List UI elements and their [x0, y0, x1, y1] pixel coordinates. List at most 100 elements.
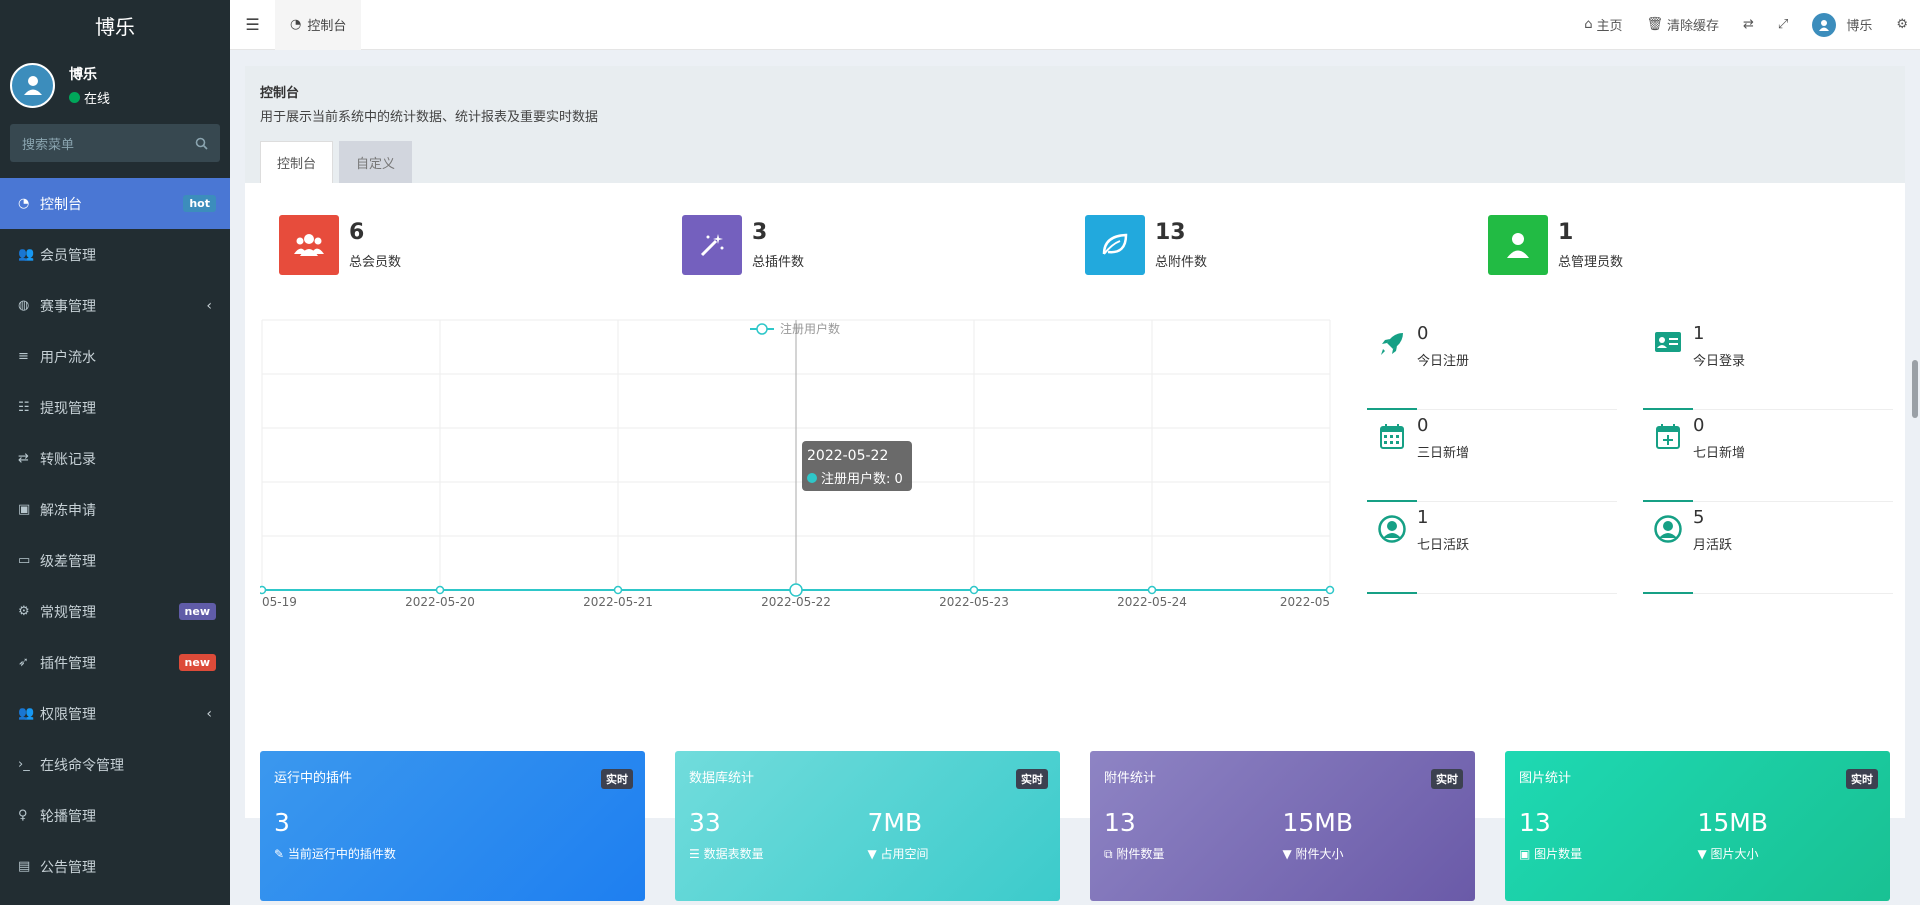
mini-stat-value: 0 [1693, 415, 1705, 436]
card-value: 33 [689, 808, 721, 837]
stat-box: 1 总管理员数 [1488, 215, 1891, 275]
card-value: 15MB [1282, 808, 1354, 837]
sidebar-item-label: 公告管理 [40, 859, 96, 876]
sidebar-item-label: 级差管理 [40, 553, 96, 570]
window-icon: ▭ [18, 553, 31, 568]
user-avatar [10, 62, 55, 108]
mini-stat: 1 七日活跃 [1367, 502, 1617, 594]
user-circle-icon [1367, 507, 1417, 593]
filter-icon: ▼ [867, 847, 881, 861]
card-value: 13 [1104, 808, 1136, 837]
menu-badge: new [178, 654, 216, 671]
sidebar-item-5[interactable]: ⇄ 转账记录 [0, 433, 230, 484]
trash-icon: 🗑 [1646, 17, 1663, 32]
stat-label: 总管理员数 [1558, 255, 1624, 270]
terminal-icon: ›_ [18, 757, 30, 772]
rocket-icon: ➶ [18, 655, 29, 670]
magic-icon: ✎ [274, 847, 288, 861]
topbar: ☰ ◔ 控制台 ⌂ 主页 🗑 清除缓存 ⇄ ⤢ 博乐 ⚙ [230, 0, 1920, 50]
sidebar-item-2[interactable]: ◍ 赛事管理 ‹ [0, 280, 230, 331]
leaf-icon [1085, 215, 1145, 275]
stat-label: 总插件数 [752, 255, 805, 270]
sidebar-item-13[interactable]: ▤ 公告管理 [0, 841, 230, 892]
chevron-left-icon: ‹ [206, 297, 212, 314]
mini-stat: 0 三日新增 [1367, 410, 1617, 502]
globe-icon: ◍ [18, 298, 30, 313]
sidebar-item-label: 赛事管理 [40, 298, 96, 315]
tab-dashboard[interactable]: ◔ 控制台 [275, 0, 362, 50]
mini-stat-value: 0 [1417, 323, 1429, 344]
mini-stat-value: 5 [1693, 507, 1705, 528]
mini-stat-value: 1 [1417, 507, 1429, 528]
scrollbar[interactable] [1912, 360, 1918, 418]
card-title: 附件统计 [1104, 771, 1157, 786]
card-label: 附件大小 [1295, 847, 1344, 861]
chart-legend-marker [756, 323, 768, 335]
chart-x-tick-label: 2022-05-20 [405, 595, 475, 609]
user-name: 博乐 [69, 66, 97, 83]
language-button[interactable]: ⇄ [1731, 17, 1766, 32]
sidebar-item-11[interactable]: ›_ 在线命令管理 [0, 739, 230, 790]
card-label: 当前运行中的插件数 [287, 847, 396, 861]
search-icon[interactable] [195, 137, 208, 150]
chevron-left-icon: ‹ [206, 705, 212, 722]
clear-cache-button[interactable]: 🗑 清除缓存 [1634, 15, 1731, 34]
sidebar-item-12[interactable]: ♀ 轮播管理 [0, 790, 230, 841]
menu-badge: hot [183, 195, 216, 212]
mini-stats: 0 今日注册 1 今日登录 0 三日新增 0 七日新增 1 七日活跃 5 月活跃 [1367, 318, 1897, 594]
stat-card: 运行中的插件 实时 3 ✎ 当前运行中的插件数 [260, 751, 645, 901]
main-content: 控制台 用于展示当前系统中的统计数据、统计报表及重要实时数据 控制台 自定义 6… [245, 66, 1905, 901]
tab-dashboard-content[interactable]: 控制台 [260, 141, 334, 183]
user-menu[interactable]: 博乐 [1800, 12, 1884, 37]
translate-icon: ⇄ [1743, 17, 1754, 32]
calendar-icon [1367, 415, 1417, 501]
chart-legend-label: 注册用户数 [780, 321, 840, 336]
stat-card: 附件统计 实时 13 ⧉ 附件数量 15MB ▼ 附件大小 [1090, 751, 1475, 901]
online-dot-icon [69, 91, 80, 103]
avatar [1812, 12, 1837, 37]
card-value: 7MB [867, 808, 923, 837]
tab-custom[interactable]: 自定义 [339, 141, 413, 183]
app-logo[interactable]: 博乐 [0, 0, 230, 50]
sidebar-item-3[interactable]: ≡ 用户流水 [0, 331, 230, 382]
stat-card: 数据库统计 实时 33 ☰ 数据表数量 7MB ▼ 占用空间 [675, 751, 1060, 901]
card-label: 附件数量 [1116, 847, 1165, 861]
sidebar-item-0[interactable]: ◔ 控制台 hot [0, 178, 230, 229]
chart-tooltip-marker [807, 473, 817, 483]
stat-value: 3 [752, 220, 768, 245]
venus-icon: ♀ [18, 808, 28, 823]
mini-stat-label: 今日注册 [1417, 354, 1470, 369]
home-link[interactable]: ⌂ 主页 [1572, 15, 1634, 34]
rocket-icon [1367, 323, 1417, 409]
sidebar-item-7[interactable]: ▭ 级差管理 [0, 535, 230, 586]
list-ol-icon: ☷ [18, 400, 30, 415]
page-header: 控制台 用于展示当前系统中的统计数据、统计报表及重要实时数据 控制台 自定义 [245, 66, 1905, 183]
dashboard-panel: 6 总会员数 3 总插件数 13 总附件数 1 总管理员数 05-19 2022-05-20 20… [245, 183, 1905, 901]
sidebar: 博乐 博乐 在线 搜索菜单 ◔ 控制台 hot 👥 会员管理 ◍ 赛事管理 ‹ ≡ 用户流水 ☷ 提现… [0, 0, 230, 905]
fullscreen-button[interactable]: ⤢ [1766, 17, 1800, 32]
mini-stat-label: 今日登录 [1693, 354, 1746, 369]
hamburger-icon: ☰ [245, 15, 260, 34]
chart-x-tick-label: 2022-05-22 [761, 595, 831, 609]
group-icon: 👥 [18, 706, 35, 721]
home-icon: ⌂ [1584, 17, 1593, 32]
chart-point [435, 585, 445, 595]
exchange-icon: ⇄ [18, 451, 29, 466]
settings-button[interactable]: ⚙ [1884, 17, 1920, 32]
sidebar-item-10[interactable]: 👥 权限管理 ‹ [0, 688, 230, 739]
chart-x-tick-label: 2022-05-23 [939, 595, 1009, 609]
sidebar-item-1[interactable]: 👥 会员管理 [0, 229, 230, 280]
card-value: 3 [274, 808, 290, 837]
registration-chart: 05-19 2022-05-20 2022-05-21 2022-05-22 2022-… [257, 318, 1340, 618]
sidebar-item-9[interactable]: ➶ 插件管理 new [0, 637, 230, 688]
sidebar-item-6[interactable]: ▣ 解冻申请 [0, 484, 230, 535]
menu-search-input[interactable]: 搜索菜单 [10, 124, 220, 162]
sidebar-item-4[interactable]: ☷ 提现管理 [0, 382, 230, 433]
newspaper-icon: ▤ [18, 859, 31, 874]
stat-card: 图片统计 实时 13 ▣ 图片数量 15MB ▼ 图片大小 [1505, 751, 1890, 901]
sidebar-item-8[interactable]: ⚙ 常规管理 new [0, 586, 230, 637]
sidebar-toggle-button[interactable]: ☰ [230, 0, 275, 50]
chart-x-tick-label: 2022-05-21 [583, 595, 653, 609]
page-description: 用于展示当前系统中的统计数据、统计报表及重要实时数据 [260, 110, 599, 125]
stat-box: 6 总会员数 [279, 215, 682, 275]
